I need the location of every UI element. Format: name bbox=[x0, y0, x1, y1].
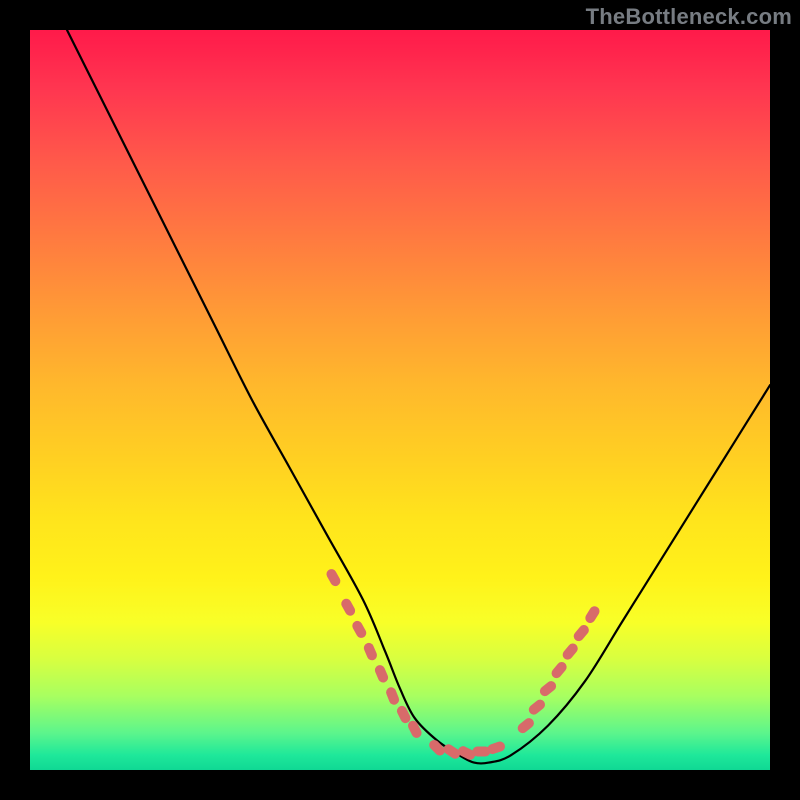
curve-marker bbox=[362, 641, 378, 661]
bottleneck-curve bbox=[67, 30, 770, 764]
curve-marker bbox=[325, 567, 342, 588]
curve-marker bbox=[351, 619, 368, 640]
attribution-label: TheBottleneck.com bbox=[586, 4, 792, 30]
curve-marker bbox=[549, 660, 568, 680]
curve-marker bbox=[527, 698, 547, 717]
curve-marker bbox=[572, 623, 591, 643]
curve-marker bbox=[516, 716, 536, 735]
plot-area bbox=[30, 30, 770, 770]
curve-marker bbox=[406, 719, 423, 740]
curve-marker bbox=[538, 679, 558, 698]
curve-marker bbox=[561, 641, 580, 661]
curve-marker bbox=[385, 686, 401, 706]
curve-marker bbox=[583, 604, 601, 625]
chart-container: TheBottleneck.com bbox=[0, 0, 800, 800]
chart-svg bbox=[30, 30, 770, 770]
marker-layer bbox=[325, 567, 602, 761]
curve-marker bbox=[373, 664, 389, 684]
curve-marker bbox=[339, 597, 356, 618]
